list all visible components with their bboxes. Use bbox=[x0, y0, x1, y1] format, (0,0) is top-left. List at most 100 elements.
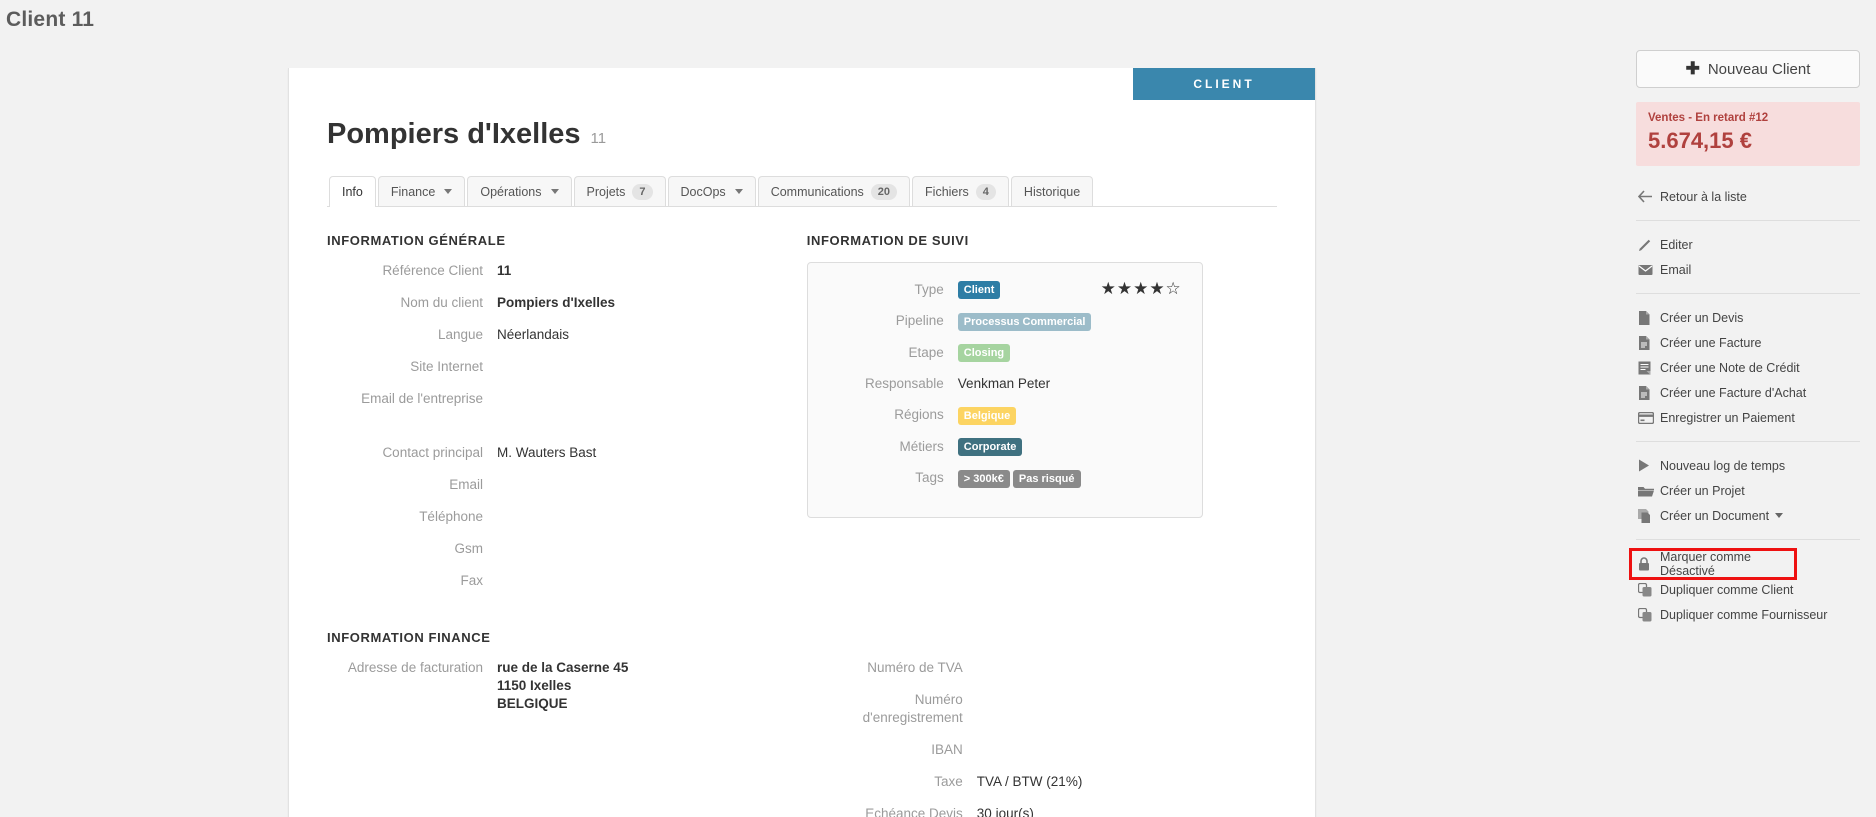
tab-label: Finance bbox=[390, 184, 436, 199]
rail-divider-2 bbox=[1636, 293, 1860, 294]
field-row: Taxe TVA / BTW (21%) bbox=[807, 773, 1277, 791]
divider-space bbox=[327, 422, 807, 444]
suivi-info-column: INFORMATION DE SUIVI ★★★★☆ Type Client Pip… bbox=[806, 207, 1277, 604]
rail-back-group: Retour à la liste bbox=[1636, 184, 1860, 209]
field-value bbox=[977, 691, 1277, 709]
field-row: Email de l'entreprise bbox=[327, 390, 807, 408]
field-row: Nom du client Pompiers d'Ixelles bbox=[327, 294, 807, 312]
field-row: Email bbox=[327, 476, 807, 494]
status-badge[interactable]: Processus Commercial bbox=[957, 312, 1092, 331]
status-badge[interactable]: Closing bbox=[957, 344, 1011, 363]
suivi-field-row: Pipeline Processus Commercial bbox=[808, 312, 1182, 331]
field-value: Processus Commercial bbox=[957, 312, 1182, 331]
envelope-icon bbox=[1638, 264, 1660, 276]
field-value bbox=[497, 390, 807, 408]
rating-stars[interactable]: ★★★★☆ bbox=[1101, 279, 1182, 299]
rail-item-label: Créer un Document bbox=[1660, 508, 1770, 523]
field-label: Nom du client bbox=[400, 295, 483, 310]
field-label: Numéro d'enregistrement bbox=[862, 692, 963, 725]
tab-finance[interactable]: Finance bbox=[377, 176, 466, 206]
credit-note-icon bbox=[1638, 361, 1660, 375]
status-badge[interactable]: > 300k€ bbox=[957, 469, 1010, 488]
tab-historique[interactable]: Historique bbox=[1010, 176, 1094, 206]
field-value: rue de la Caserne 45 1150 Ixelles BELGIQUE bbox=[497, 659, 807, 713]
record-title-id: 11 bbox=[590, 130, 607, 147]
field-label: Type bbox=[914, 282, 944, 297]
field-value bbox=[977, 741, 1277, 759]
invoice-icon bbox=[1638, 335, 1660, 350]
tab-projets[interactable]: Projets 7 bbox=[573, 176, 666, 206]
finance-right-rows: Numéro de TVA Numéro d'enregistrement IBAN T… bbox=[807, 659, 1277, 817]
tab-communications[interactable]: Communications 20 bbox=[757, 176, 911, 206]
rail-item-cr-er-un-document[interactable]: Créer un Document bbox=[1636, 503, 1860, 528]
rail-item-email[interactable]: Email bbox=[1636, 257, 1860, 282]
rail-item-label: Nouveau log de temps bbox=[1660, 458, 1786, 473]
rail-divider-4 bbox=[1636, 539, 1860, 540]
tab-count-badge: 7 bbox=[632, 183, 653, 200]
pencil-icon bbox=[1638, 238, 1660, 252]
plus-icon: ✚ bbox=[1685, 59, 1700, 78]
rail-item-dupliquer-comme-fournisseur[interactable]: Dupliquer comme Fournisseur bbox=[1636, 602, 1860, 627]
rail-item-cr-er-un-projet[interactable]: Créer un Projet bbox=[1636, 478, 1860, 503]
rail-item-marquer-comme-d-sactiv-[interactable]: Marquer comme Désactivé bbox=[1629, 548, 1797, 580]
chevron-down-icon bbox=[444, 189, 453, 194]
rail-item-dupliquer-comme-client[interactable]: Dupliquer comme Client bbox=[1636, 577, 1860, 602]
new-client-button[interactable]: ✚ Nouveau Client bbox=[1636, 50, 1860, 88]
rail-divider-3 bbox=[1636, 441, 1860, 442]
field-value: Corporate bbox=[957, 438, 1182, 457]
tab-op-rations[interactable]: Opérations bbox=[467, 176, 572, 206]
rail-item-cr-er-une-facture[interactable]: Créer une Facture bbox=[1636, 330, 1860, 355]
rail-item-cr-er-une-facture-d-achat[interactable]: Créer une Facture d'Achat bbox=[1636, 380, 1860, 405]
field-row: Contact principal M. Wauters Bast bbox=[327, 444, 807, 462]
rail-item-cr-er-un-devis[interactable]: Créer un Devis bbox=[1636, 305, 1860, 330]
right-action-rail: ✚ Nouveau Client Ventes - En retard #12 … bbox=[1620, 0, 1876, 817]
rail-item-label: Créer une Facture bbox=[1660, 335, 1762, 350]
rail-item-enregistrer-un-paiement[interactable]: Enregistrer un Paiement bbox=[1636, 405, 1860, 430]
status-badge[interactable]: Pas risqué bbox=[1012, 469, 1081, 488]
field-row: Site Internet bbox=[327, 358, 807, 376]
field-label: Téléphone bbox=[419, 509, 483, 524]
field-value: 30 jour(s) bbox=[976, 806, 1034, 817]
copy-icon bbox=[1638, 508, 1660, 523]
tab-docops[interactable]: DocOps bbox=[667, 176, 756, 206]
field-label: Tags bbox=[915, 470, 944, 486]
tab-fichiers[interactable]: Fichiers 4 bbox=[912, 176, 1009, 206]
rail-item-label: Marquer comme Désactivé bbox=[1660, 550, 1751, 578]
status-badge[interactable]: Client bbox=[957, 281, 1001, 300]
field-label: Numéro de TVA bbox=[867, 660, 963, 675]
info-columns: INFORMATION GÉNÉRALE Référence Client 11 N… bbox=[327, 207, 1277, 604]
overdue-sales-label: Ventes - En retard #12 bbox=[1648, 112, 1769, 124]
rail-item-nouveau-log-de-temps[interactable]: Nouveau log de temps bbox=[1636, 453, 1860, 478]
rail-item-cr-er-une-note-de-cr-dit[interactable]: Créer une Note de Crédit bbox=[1636, 355, 1860, 380]
field-value: TVA / BTW (21%) bbox=[976, 774, 1083, 789]
rail-item-label: Créer un Devis bbox=[1660, 310, 1744, 325]
tab-label: Opérations bbox=[480, 184, 542, 199]
field-value: M. Wauters Bast bbox=[497, 445, 597, 460]
tab-count-badge: 4 bbox=[975, 183, 996, 200]
general-info-heading: INFORMATION GÉNÉRALE bbox=[327, 233, 506, 248]
suivi-panel: ★★★★☆ Type Client Pipeline Processus Commer… bbox=[806, 262, 1203, 518]
status-badge[interactable]: Belgique bbox=[957, 406, 1017, 425]
field-value bbox=[497, 358, 807, 376]
status-badge[interactable]: Corporate bbox=[957, 438, 1023, 457]
rail-item-editer[interactable]: Editer bbox=[1636, 232, 1860, 257]
field-row: Echéance Devis 30 jour(s) bbox=[807, 805, 1277, 817]
field-value: Belgique bbox=[957, 406, 1182, 425]
lock-icon bbox=[1638, 557, 1660, 571]
field-label: Adresse de facturation bbox=[347, 660, 483, 675]
field-value: > 300k€ Pas risqué bbox=[957, 469, 1182, 488]
overdue-sales-alert[interactable]: Ventes - En retard #12 5.674,15 € bbox=[1636, 102, 1860, 166]
tab-label: Historique bbox=[1023, 184, 1081, 199]
purchase-invoice-icon bbox=[1638, 385, 1660, 400]
finance-left-column: Adresse de facturation rue de la Caserne … bbox=[327, 659, 807, 817]
tab-info[interactable]: Info bbox=[329, 176, 376, 207]
field-row: Téléphone bbox=[327, 508, 807, 526]
field-value bbox=[497, 540, 807, 558]
field-label: Fax bbox=[460, 573, 483, 588]
field-label: Langue bbox=[437, 327, 483, 342]
page-title: Client 11 bbox=[6, 8, 95, 31]
field-value: Néerlandais bbox=[497, 327, 570, 342]
field-label: Echéance Devis bbox=[865, 806, 963, 817]
back-to-list-item[interactable]: Retour à la liste bbox=[1636, 184, 1860, 209]
suivi-field-row: Tags > 300k€ Pas risqué bbox=[808, 469, 1182, 488]
